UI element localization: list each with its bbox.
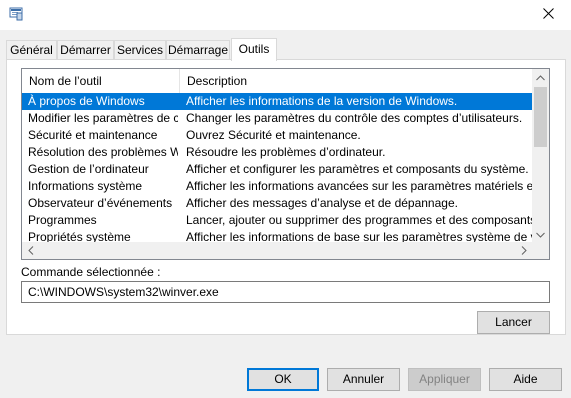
close-button[interactable] (525, 0, 571, 30)
title-bar (0, 0, 571, 30)
tab-demarrage[interactable]: Démarrage (166, 40, 230, 60)
msconfig-icon (9, 7, 23, 21)
list-item[interactable]: Informations système Afficher les inform… (22, 178, 532, 195)
tab-label: Outils (238, 42, 270, 56)
list-item[interactable]: Modifier les paramètres de c... Changer … (22, 110, 532, 127)
list-item[interactable]: À propos de Windows Afficher les informa… (22, 93, 532, 110)
tool-description: Afficher des messages d’analyse et de dé… (186, 196, 458, 210)
tool-description: Afficher et configurer les paramètres et… (186, 162, 529, 176)
scrollbar-thumb[interactable] (534, 87, 547, 147)
apply-button[interactable]: Appliquer (408, 368, 481, 391)
command-field[interactable]: C:\WINDOWS\system32\winver.exe (21, 281, 550, 303)
list-item[interactable]: Sécurité et maintenance Ouvrez Sécurité … (22, 127, 532, 144)
horizontal-scrollbar[interactable] (22, 242, 532, 259)
tab-outils[interactable]: Outils (231, 38, 277, 61)
tab-label: Démarrage (167, 43, 229, 57)
tool-name: Gestion de l’ordinateur (28, 162, 149, 176)
tab-demarrer[interactable]: Démarrer (57, 40, 114, 60)
close-icon (542, 8, 554, 22)
command-label: Commande sélectionnée : (21, 265, 161, 279)
cancel-button[interactable]: Annuler (327, 368, 400, 391)
list-item[interactable]: Résolution des problèmes Wi... Résoudre … (22, 144, 532, 161)
list-item[interactable]: Observateur d’événements Afficher des me… (22, 195, 532, 212)
list-item[interactable]: Programmes Lancer, ajouter ou supprimer … (22, 212, 532, 229)
chevron-down-icon[interactable] (532, 226, 549, 243)
tool-description: Changer les paramètres du contrôle des c… (186, 111, 523, 125)
tab-label: Général (10, 43, 53, 57)
tool-name: Programmes (28, 213, 97, 227)
tab-label: Services (116, 43, 163, 57)
tool-name: Sécurité et maintenance (28, 128, 158, 142)
tool-name: Modifier les paramètres de c... (28, 111, 178, 125)
help-button[interactable]: Aide (489, 368, 562, 391)
chevron-left-icon[interactable] (22, 242, 39, 259)
tool-description: Afficher les informations de base sur le… (186, 230, 532, 243)
tool-name: Observateur d’événements (28, 196, 173, 210)
launch-button[interactable]: Lancer (477, 311, 550, 334)
list-header: Nom de l’outil Description (22, 69, 532, 93)
tool-description: Afficher les informations de la version … (186, 94, 458, 108)
tab-services[interactable]: Services (114, 40, 166, 60)
tool-name: Résolution des problèmes Wi... (28, 145, 178, 159)
tool-name: Propriétés système (28, 230, 131, 243)
tool-name: Informations système (28, 179, 143, 193)
list-item[interactable]: Gestion de l’ordinateur Afficher et conf… (22, 161, 532, 178)
tool-description: Lancer, ajouter ou supprimer des program… (186, 213, 532, 227)
chevron-up-icon[interactable] (532, 69, 549, 86)
list-rows: À propos de Windows Afficher les informa… (22, 93, 532, 243)
list-item[interactable]: Propriétés système Afficher les informat… (22, 229, 532, 243)
tool-description: Afficher les informations avancées sur l… (186, 179, 532, 193)
tab-general[interactable]: Général (6, 40, 57, 60)
scrollbar-corner (532, 242, 549, 259)
tool-description: Résoudre les problèmes d’ordinateur. (186, 145, 386, 159)
column-header-name[interactable]: Nom de l’outil (22, 69, 180, 93)
chevron-right-icon[interactable] (515, 242, 532, 259)
tab-label: Démarrer (60, 43, 111, 57)
ok-button[interactable]: OK (247, 368, 319, 391)
vertical-scrollbar[interactable] (532, 69, 549, 243)
tool-description: Ouvrez Sécurité et maintenance. (186, 128, 361, 142)
column-header-description[interactable]: Description (180, 69, 532, 93)
tools-list[interactable]: Nom de l’outil Description À propos de W… (21, 68, 550, 260)
tool-name: À propos de Windows (28, 94, 145, 108)
